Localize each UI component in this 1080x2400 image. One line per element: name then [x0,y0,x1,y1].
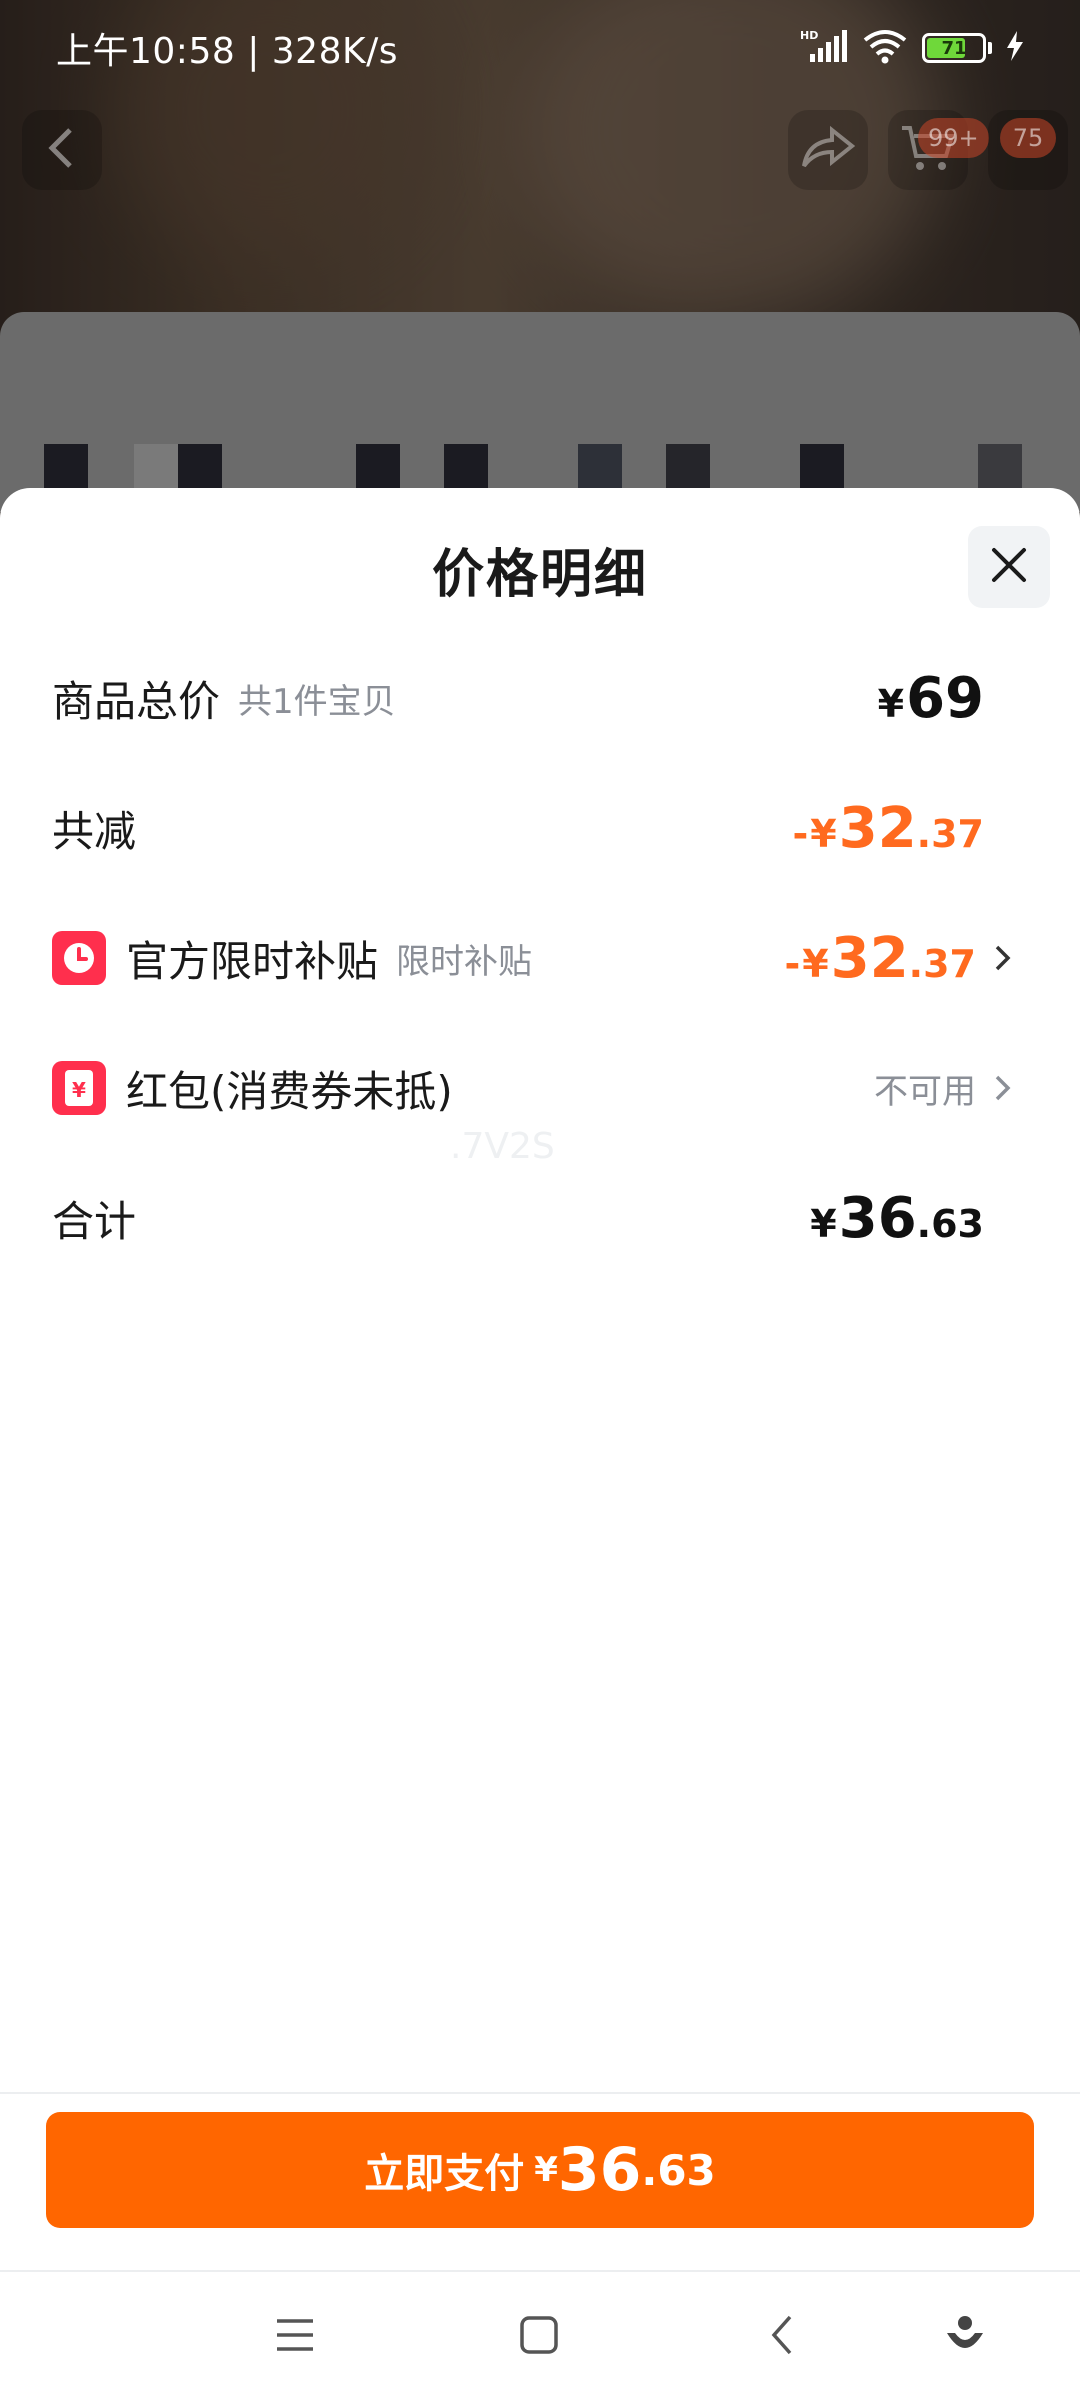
row-sublabel: 共1件宝贝 [238,681,396,722]
currency-symbol: ¥ [534,2150,558,2190]
price-decimal: .63 [641,2145,716,2195]
home-square-icon [519,2315,559,2359]
background-swatch [178,444,222,488]
row-value: ¥ 69 [878,666,984,731]
status-time: 上午10:58 | 328K/s [56,22,398,74]
close-button[interactable] [968,526,1050,608]
currency-symbol: ¥ [810,811,837,856]
status-icons: HD 71 [800,28,1024,68]
watermark-text: .7V2S [450,1126,555,1167]
minus-sign: - [792,811,809,856]
price-integer: 36 [838,1185,917,1251]
sheet-title: 价格明细 [431,545,648,605]
total-goods-price-row: 商品总价 共1件宝贝 ¥ 69 [52,658,1020,738]
cart-badge: 99+ [918,118,989,158]
currency-symbol: ¥ [802,941,829,986]
row-value: 不可用 [874,1064,976,1113]
signal-icon: HD [800,28,848,68]
background-swatch [44,444,88,488]
total-discount-row: 共减 - ¥ 32 .37 [52,788,1020,868]
back-nav-button[interactable] [748,2302,818,2372]
background-swatch [978,444,1022,488]
system-navigation-bar [0,2270,1080,2400]
back-chevron-icon [768,2313,798,2361]
row-value: - ¥ 32 .37 [785,926,977,991]
background-swatch [356,444,400,488]
assistant-icon [945,2313,985,2361]
background-swatch [800,444,844,488]
grand-total-row: 合计 ¥ 36 .63 [52,1178,1020,1258]
pay-now-button[interactable]: 立即支付 ¥ 36 .63 [46,2112,1034,2228]
red-packet-icon: ¥ [52,1061,106,1115]
battery-tip [988,42,992,54]
background-swatch [666,444,710,488]
row-label: 共减 [52,806,137,856]
battery-level: 71 [941,37,967,59]
price-integer: 36 [557,2135,642,2205]
status-time-text: 上午10:58 [56,31,236,72]
background-sheet [0,312,1080,512]
price-decimal: .37 [916,811,984,856]
background-swatch [134,444,178,488]
pay-button-label: 立即支付 [364,2151,525,2197]
status-network-speed: 328K/s [271,31,398,72]
price-decimal: .63 [916,1201,984,1246]
chevron-right-icon [986,941,1020,975]
clock-icon [52,931,106,985]
currency-symbol: ¥ [877,681,905,726]
price-detail-sheet: 价格明细 商品总价 共1件宝贝 ¥ 69 共减 - ¥ 32 .37 官方限时补… [0,488,1080,2088]
background-swatch [444,444,488,488]
battery-body: 71 [922,33,986,63]
menu-icon [273,2315,317,2359]
row-label: 商品总价 [52,676,221,726]
top-nav: 99+ 75 [0,110,1080,200]
row-sublabel: 限时补贴 [396,941,533,982]
price-integer: 69 [906,665,984,731]
official-subsidy-row[interactable]: 官方限时补贴 限时补贴 - ¥ 32 .37 [52,918,1020,998]
home-button[interactable] [504,2302,574,2372]
svg-text:¥: ¥ [72,1078,86,1102]
battery-icon: 71 [922,33,992,63]
share-icon [800,124,856,176]
back-arrow-icon [44,126,80,174]
red-packet-row[interactable]: ¥ 红包(消费券未抵) 不可用 [52,1048,1020,1128]
row-value: ¥ 36 .63 [810,1186,984,1251]
status-divider: | [247,31,272,72]
price-integer: 32 [838,795,917,861]
back-button[interactable] [22,110,102,190]
close-icon [989,545,1029,589]
chevron-right-icon [986,1071,1020,1105]
row-label: 合计 [52,1196,137,1246]
wifi-icon [862,28,908,68]
footer-divider [0,2092,1080,2094]
status-bar: 上午10:58 | 328K/s HD 71 [0,0,1080,96]
assistant-button[interactable] [930,2302,1000,2372]
message-badge: 75 [1000,118,1056,158]
svg-text:HD: HD [800,29,818,42]
price-integer: 32 [830,925,909,991]
menu-button[interactable] [260,2302,330,2372]
price-decimal: .37 [908,941,976,986]
row-value: - ¥ 32 .37 [793,796,985,861]
charging-icon [1006,31,1024,65]
share-button[interactable] [788,110,868,190]
row-label: 红包(消费券未抵) [126,1066,453,1116]
background-swatch [578,444,622,488]
unavailable-status: 不可用 [874,1071,976,1112]
row-label: 官方限时补贴 [126,936,379,986]
minus-sign: - [784,941,801,986]
currency-symbol: ¥ [810,1201,837,1246]
